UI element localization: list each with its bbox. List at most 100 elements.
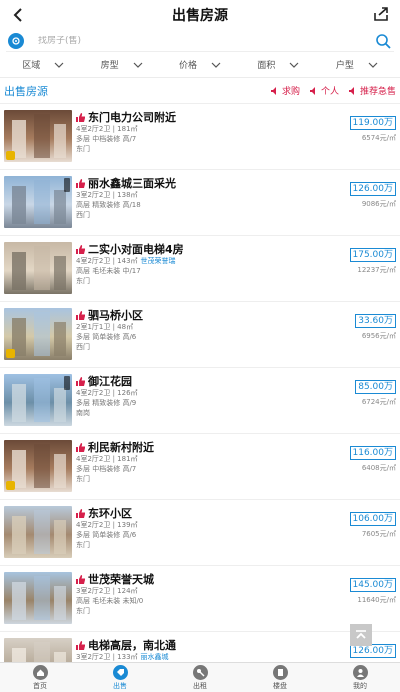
filter-region[interactable]: 区域 (4, 58, 82, 71)
vr-icon (64, 376, 70, 390)
tab-rent[interactable]: 出租 (160, 663, 240, 692)
tab-estates[interactable]: 楼盘 (240, 663, 320, 692)
listing-name: 御江花园 (88, 375, 132, 388)
listing-info: 东门电力公司附近 4室2厅2卫 | 181㎡ 多层 中档装修 高/7 东门 (76, 110, 396, 165)
listing-item[interactable]: 东门电力公司附近 4室2厅2卫 | 181㎡ 多层 中档装修 高/7 东门 11… (0, 104, 400, 170)
listing-info: 二实小对面电梯4房 4室2厅2卫 | 143㎡ 世茂荣誉瑞 高层 毛坯未装 中/1… (76, 242, 396, 297)
tab-home[interactable]: 首页 (0, 663, 80, 692)
listing-specs-row: 2室1厅1卫 | 48㎡ (76, 322, 396, 332)
speaker-icon (309, 86, 315, 95)
listing-price: 126.00万 (349, 182, 396, 196)
listing-unit-price: 6574元/㎡ (361, 134, 396, 142)
listing-unit-price: 7605元/㎡ (361, 530, 396, 538)
tag-personal[interactable]: 个人 (309, 84, 339, 97)
listing-item[interactable]: 电梯高层，南北通 3室2厅2卫 | 133㎡丽水鑫城 126.00万 9791元… (0, 632, 400, 662)
listing-list: 东门电力公司附近 4室2厅2卫 | 181㎡ 多层 中档装修 高/7 东门 11… (0, 104, 400, 662)
listing-name: 驷马桥小区 (88, 309, 143, 322)
listing-decor: 多层 中档装修 高/7 (76, 135, 137, 143)
listing-unit-price: 12237元/㎡ (357, 266, 396, 274)
listing-title: 丽水鑫城三面采光 (76, 176, 396, 190)
listing-item[interactable]: 利民新村附近 4室2厅2卫 | 181㎡ 多层 中档装修 高/7 东门 116.… (0, 434, 400, 500)
listing-name: 电梯高层，南北通 (88, 639, 176, 652)
listing-unit-price: 6956元/㎡ (361, 332, 396, 340)
filter-layout[interactable]: 户型 (318, 58, 396, 71)
listing-price: 116.00万 (349, 446, 396, 460)
listing-item[interactable]: 世茂荣誉天城 3室2厅2卫 | 124㎡ 高层 毛坯未装 未知/0 东门 145… (0, 566, 400, 632)
listing-price-col: 145.00万 11640元/㎡ (349, 572, 396, 605)
listing-photo (4, 440, 72, 492)
listing-name: 二实小对面电梯4房 (88, 243, 184, 256)
listing-specs: 4室2厅2卫 | 143㎡ (76, 257, 138, 265)
listing-decor: 高层 毛坯未装 未知/0 (76, 597, 144, 605)
listing-price-col: 85.00万 6724元/㎡ (355, 374, 396, 407)
share-button[interactable] (372, 5, 392, 25)
listing-photo (4, 308, 72, 360)
listing-tag[interactable]: 丽水鑫城 (141, 653, 169, 661)
key-icon (192, 664, 208, 680)
tag-label: 推荐急售 (359, 87, 396, 97)
listing-title: 世茂荣誉天城 (76, 572, 396, 586)
listing-unit-price: 9086元/㎡ (361, 200, 396, 208)
listing-title: 二实小对面电梯4房 (76, 242, 396, 256)
tab-mine[interactable]: 我的 (320, 663, 400, 692)
listing-district: 东门 (76, 607, 90, 615)
listing-specs: 3室2厅2卫 | 124㎡ (76, 587, 138, 595)
tag-urgent[interactable]: 推荐急售 (348, 84, 396, 97)
speaker-icon (270, 86, 276, 95)
listing-price-col: 116.00万 6408元/㎡ (349, 440, 396, 473)
listing-item[interactable]: 丽水鑫城三面采光 3室2厅2卫 | 138㎡ 高层 精致装修 高/18 西门 1… (0, 170, 400, 236)
filter-label: 区域 (22, 61, 41, 71)
tab-label: 我的 (353, 681, 367, 690)
thumbs-up-icon (76, 178, 85, 188)
listing-price: 126.00万 (349, 644, 396, 658)
listing-title: 驷马桥小区 (76, 308, 396, 322)
tag-wanted[interactable]: 求购 (270, 84, 300, 97)
listing-item[interactable]: 御江花园 4室2厅2卫 | 126㎡ 多层 精致装修 高/9 南岗 85.00万… (0, 368, 400, 434)
building-icon (272, 664, 288, 680)
listing-unit-price: 6724元/㎡ (361, 398, 396, 406)
listing-item[interactable]: 驷马桥小区 2室1厅1卫 | 48㎡ 多层 简单装修 高/6 西门 33.60万… (0, 302, 400, 368)
listing-tag[interactable]: 世茂荣誉瑞 (141, 257, 176, 265)
listing-title: 东门电力公司附近 (76, 110, 396, 124)
listing-decor: 多层 中档装修 高/7 (76, 465, 137, 473)
filter-label: 户型 (335, 61, 354, 71)
location-button[interactable] (8, 32, 24, 49)
search-input[interactable] (38, 35, 374, 46)
listing-specs: 2室1厅1卫 | 48㎡ (76, 323, 134, 331)
photo-badge-icon (6, 151, 15, 160)
listing-specs-row: 3室2厅2卫 | 124㎡ (76, 586, 396, 596)
listing-district: 南岗 (76, 409, 90, 417)
listing-decor: 高层 精致装修 高/18 (76, 201, 141, 209)
listing-specs: 3室2厅2卫 | 138㎡ (76, 191, 138, 199)
filter-bar: 区域 房型 价格 面积 户型 (0, 52, 400, 78)
listing-info: 御江花园 4室2厅2卫 | 126㎡ 多层 精致装修 高/9 南岗 (76, 374, 396, 429)
filter-label: 房型 (100, 61, 119, 71)
back-button[interactable] (8, 5, 28, 25)
listing-info: 驷马桥小区 2室1厅1卫 | 48㎡ 多层 简单装修 高/6 西门 (76, 308, 396, 363)
chevron-down-icon (211, 62, 221, 68)
listing-district: 西门 (76, 211, 90, 219)
listing-price: 145.00万 (349, 578, 396, 592)
listing-specs-row: 3室2厅2卫 | 133㎡ 丽水鑫城 (76, 652, 396, 662)
listing-photo (4, 176, 72, 228)
tag-label: 个人 (320, 87, 339, 97)
listing-item[interactable]: 二实小对面电梯4房 4室2厅2卫 | 143㎡ 世茂荣誉瑞 高层 毛坯未装 中/1… (0, 236, 400, 302)
filter-area[interactable]: 面积 (239, 58, 317, 71)
listing-info: 世茂荣誉天城 3室2厅2卫 | 124㎡ 高层 毛坯未装 未知/0 东门 (76, 572, 396, 627)
tab-sale[interactable]: 出售 (80, 663, 160, 692)
back-to-top-button[interactable] (350, 624, 372, 646)
chevron-down-icon (54, 62, 64, 68)
search-button[interactable] (374, 32, 392, 50)
filter-price[interactable]: 价格 (161, 58, 239, 71)
listing-district: 东门 (76, 277, 90, 285)
listing-price: 119.00万 (349, 116, 396, 130)
speaker-icon (348, 86, 354, 95)
listing-decor: 多层 精致装修 高/9 (76, 399, 137, 407)
listing-price: 175.00万 (349, 248, 396, 262)
listing-price-col: 119.00万 6574元/㎡ (349, 110, 396, 143)
listing-specs-row: 4室2厅2卫 | 143㎡ 世茂荣誉瑞 (76, 256, 396, 266)
user-icon (352, 664, 368, 680)
listing-item[interactable]: 东环小区 4室2厅2卫 | 139㎡ 多层 简单装修 高/6 东门 106.00… (0, 500, 400, 566)
photo-badge-icon (6, 349, 15, 358)
filter-type[interactable]: 房型 (82, 58, 160, 71)
